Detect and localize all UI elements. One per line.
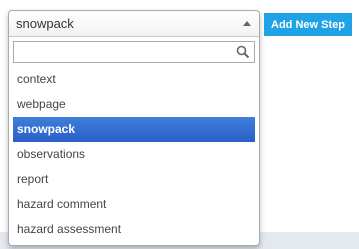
option-observations[interactable]: observations	[13, 142, 255, 167]
options-list: context webpage snowpack observations re…	[13, 67, 255, 242]
chevron-up-icon[interactable]	[243, 21, 251, 26]
dropdown-header[interactable]: snowpack	[9, 11, 259, 37]
option-webpage[interactable]: webpage	[13, 92, 255, 117]
option-hazard-comment[interactable]: hazard comment	[13, 192, 255, 217]
option-report[interactable]: report	[13, 167, 255, 192]
search-input[interactable]	[14, 42, 240, 62]
add-new-step-button[interactable]: Add New Step	[264, 13, 352, 36]
option-snowpack[interactable]: snowpack	[13, 117, 255, 142]
search-icon	[236, 45, 250, 59]
option-hazard-assessment[interactable]: hazard assessment	[13, 217, 255, 242]
option-context[interactable]: context	[13, 67, 255, 92]
step-type-dropdown[interactable]: snowpack context webpage snowpack observ…	[8, 10, 260, 246]
dropdown-selected-value: snowpack	[16, 16, 74, 31]
page: snowpack context webpage snowpack observ…	[0, 0, 359, 249]
search-box	[13, 41, 255, 63]
